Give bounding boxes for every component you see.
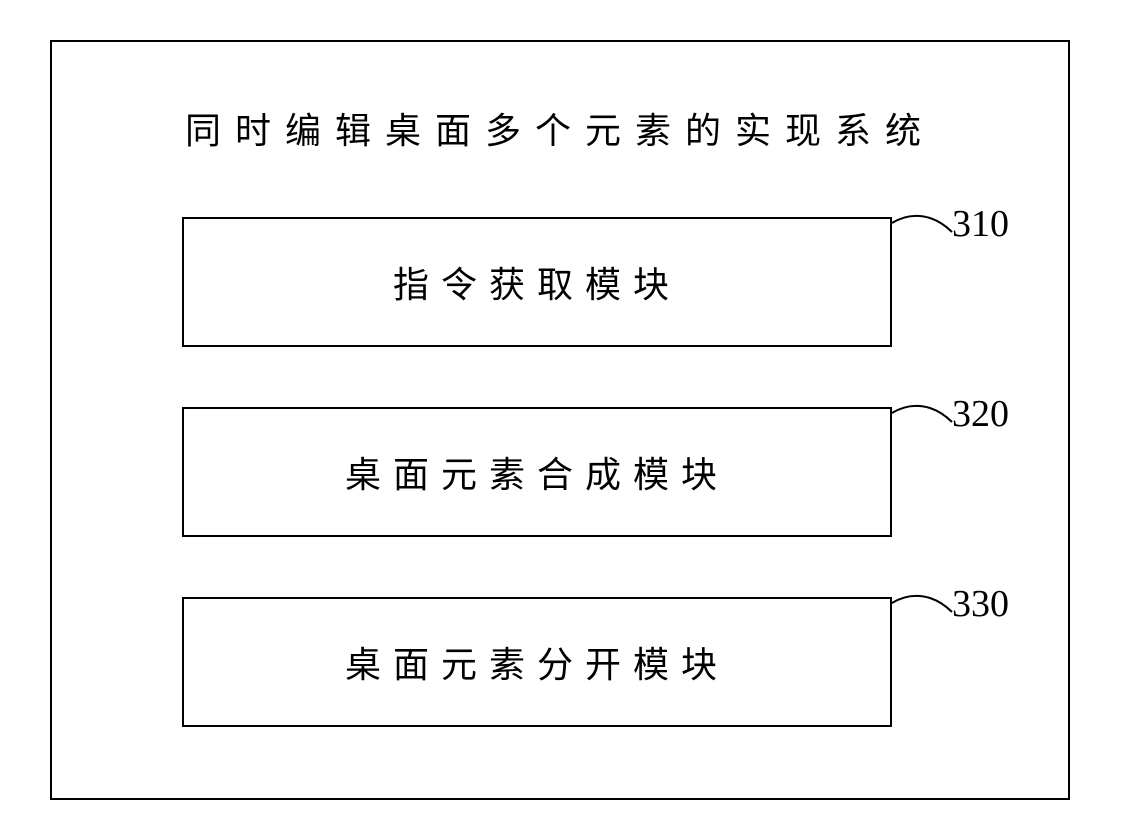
module-box-instruction: 指令获取模块	[182, 217, 892, 347]
module-label: 指令获取模块	[393, 256, 681, 308]
reference-label-310: 310	[952, 202, 1009, 246]
module-box-compose: 桌面元素合成模块	[182, 407, 892, 537]
reference-label-330: 330	[952, 582, 1009, 626]
diagram-frame: 同时编辑桌面多个元素的实现系统 指令获取模块 桌面元素合成模块 桌面元素分开模块…	[50, 40, 1070, 800]
connector-line-310	[890, 210, 955, 245]
connector-line-320	[890, 400, 955, 435]
module-label: 桌面元素分开模块	[345, 636, 729, 688]
module-label: 桌面元素合成模块	[345, 446, 729, 498]
diagram-title: 同时编辑桌面多个元素的实现系统	[52, 102, 1068, 154]
reference-label-320: 320	[952, 392, 1009, 436]
connector-line-330	[890, 590, 955, 625]
module-box-separate: 桌面元素分开模块	[182, 597, 892, 727]
